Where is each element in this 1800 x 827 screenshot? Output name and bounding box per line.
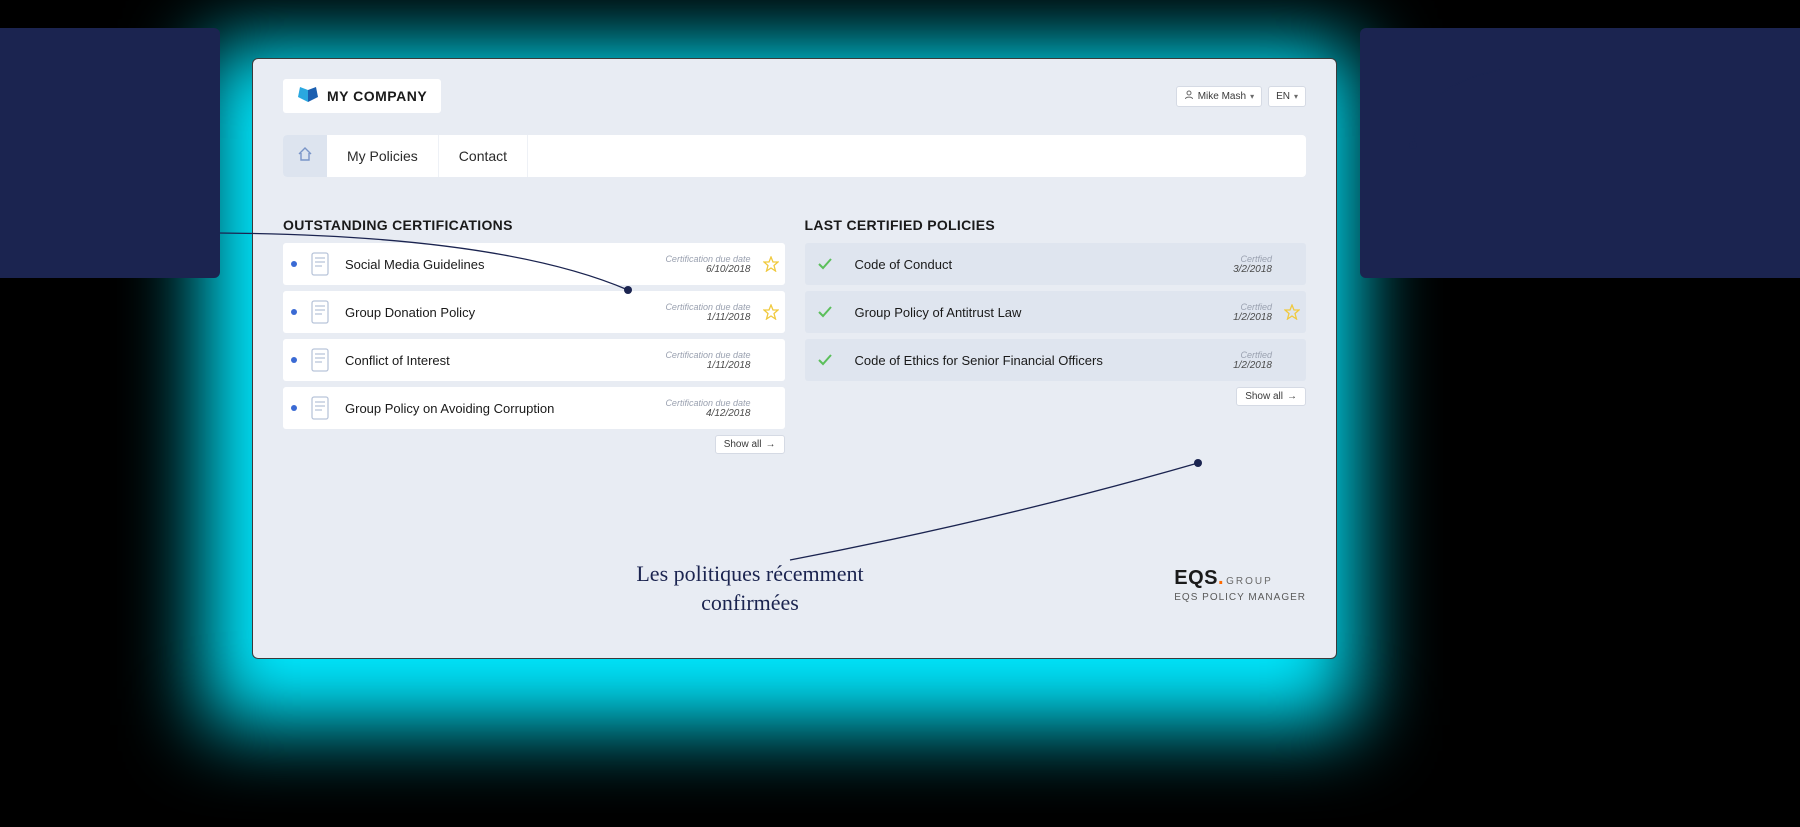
policy-title: Group Donation Policy bbox=[335, 305, 665, 320]
policy-card[interactable]: Code of Conduct Certfied 3/2/2018 bbox=[805, 243, 1307, 285]
brand-logo: EQS.GROUP bbox=[1174, 567, 1306, 590]
check-icon bbox=[805, 303, 845, 321]
certified-title: LAST CERTIFIED POLICIES bbox=[805, 217, 1307, 233]
show-all-outstanding[interactable]: Show all → bbox=[715, 435, 785, 454]
outstanding-column: OUTSTANDING CERTIFICATIONS Social Media … bbox=[283, 217, 785, 454]
user-menu[interactable]: Mike Mash ▾ bbox=[1176, 86, 1262, 107]
policy-card[interactable]: Group Policy of Antitrust Law Certfied 1… bbox=[805, 291, 1307, 333]
policy-meta: Certification due date 4/12/2018 bbox=[665, 398, 756, 419]
arrow-right-icon: → bbox=[1287, 391, 1297, 402]
policy-card[interactable]: Group Donation Policy Certification due … bbox=[283, 291, 785, 333]
check-icon bbox=[805, 351, 845, 369]
policy-meta: Certification due date 1/11/2018 bbox=[665, 302, 756, 323]
policy-meta: Certfied 1/2/2018 bbox=[1233, 350, 1278, 371]
document-icon bbox=[305, 252, 335, 276]
company-name: MY COMPANY bbox=[327, 88, 427, 104]
app-header: MY COMPANY Mike Mash ▾ EN ▾ bbox=[253, 59, 1336, 123]
policy-card[interactable]: Group Policy on Avoiding Corruption Cert… bbox=[283, 387, 785, 429]
home-icon bbox=[297, 146, 313, 167]
bullet-icon bbox=[283, 309, 305, 315]
policy-title: Group Policy on Avoiding Corruption bbox=[335, 401, 665, 416]
outstanding-title: OUTSTANDING CERTIFICATIONS bbox=[283, 217, 785, 233]
annotation-center: Les politiques récemment confirmées bbox=[590, 560, 910, 617]
policy-title: Code of Conduct bbox=[845, 257, 1234, 272]
policy-meta: Certification due date 1/11/2018 bbox=[665, 350, 756, 371]
certified-label: Certfied bbox=[1233, 254, 1272, 264]
brand-footer: EQS.GROUP EQS POLICY MANAGER bbox=[1174, 567, 1306, 603]
certified-date: 1/2/2018 bbox=[1233, 312, 1272, 323]
due-date: 1/11/2018 bbox=[665, 312, 750, 323]
language-code: EN bbox=[1276, 91, 1290, 102]
chevron-down-icon: ▾ bbox=[1250, 92, 1254, 101]
bullet-icon bbox=[283, 357, 305, 363]
chevron-down-icon: ▾ bbox=[1294, 92, 1298, 101]
side-panel-left bbox=[0, 28, 220, 278]
nav-contact[interactable]: Contact bbox=[439, 135, 528, 177]
star-icon[interactable] bbox=[1278, 304, 1306, 320]
star-icon[interactable] bbox=[757, 256, 785, 272]
arrow-right-icon: → bbox=[766, 439, 776, 450]
policy-card[interactable]: Social Media Guidelines Certification du… bbox=[283, 243, 785, 285]
due-date-label: Certification due date bbox=[665, 302, 750, 312]
brand-accent-icon: . bbox=[1218, 567, 1224, 589]
brand-product: EQS POLICY MANAGER bbox=[1174, 592, 1306, 603]
policy-card[interactable]: Code of Ethics for Senior Financial Offi… bbox=[805, 339, 1307, 381]
policy-meta: Certification due date 6/10/2018 bbox=[665, 254, 756, 275]
due-date: 4/12/2018 bbox=[665, 408, 750, 419]
due-date-label: Certification due date bbox=[665, 254, 750, 264]
user-name: Mike Mash bbox=[1198, 91, 1246, 102]
show-all-label: Show all bbox=[1245, 391, 1283, 402]
policy-title: Group Policy of Antitrust Law bbox=[845, 305, 1234, 320]
company-logo: MY COMPANY bbox=[283, 79, 441, 113]
nav-item-label: Contact bbox=[459, 148, 507, 164]
document-icon bbox=[305, 348, 335, 372]
brand-group: GROUP bbox=[1226, 576, 1273, 587]
header-controls: Mike Mash ▾ EN ▾ bbox=[1176, 86, 1306, 107]
user-icon bbox=[1184, 90, 1194, 103]
check-icon bbox=[805, 255, 845, 273]
nav-item-label: My Policies bbox=[347, 148, 418, 164]
show-all-certified[interactable]: Show all → bbox=[1236, 387, 1306, 406]
certified-date: 3/2/2018 bbox=[1233, 264, 1272, 275]
document-icon bbox=[305, 396, 335, 420]
certified-column: LAST CERTIFIED POLICIES Code of Conduct … bbox=[805, 217, 1307, 454]
certified-label: Certfied bbox=[1233, 350, 1272, 360]
policy-meta: Certfied 3/2/2018 bbox=[1233, 254, 1278, 275]
policy-title: Social Media Guidelines bbox=[335, 257, 665, 272]
nav-home[interactable] bbox=[283, 135, 327, 177]
show-all-label: Show all bbox=[724, 439, 762, 450]
brand-name: EQS bbox=[1174, 567, 1218, 589]
butterfly-icon bbox=[297, 87, 319, 105]
nav-my-policies[interactable]: My Policies bbox=[327, 135, 439, 177]
bullet-icon bbox=[283, 261, 305, 267]
policy-card[interactable]: Conflict of Interest Certification due d… bbox=[283, 339, 785, 381]
policy-meta: Certfied 1/2/2018 bbox=[1233, 302, 1278, 323]
content: OUTSTANDING CERTIFICATIONS Social Media … bbox=[253, 177, 1336, 454]
due-date: 6/10/2018 bbox=[665, 264, 750, 275]
side-panel-right bbox=[1360, 28, 1800, 278]
star-icon[interactable] bbox=[757, 304, 785, 320]
policy-title: Code of Ethics for Senior Financial Offi… bbox=[845, 353, 1234, 368]
document-icon bbox=[305, 300, 335, 324]
due-date-label: Certification due date bbox=[665, 350, 750, 360]
due-date: 1/11/2018 bbox=[665, 360, 750, 371]
language-menu[interactable]: EN ▾ bbox=[1268, 86, 1306, 107]
policy-title: Conflict of Interest bbox=[335, 353, 665, 368]
main-nav: My Policies Contact bbox=[283, 135, 1306, 177]
due-date-label: Certification due date bbox=[665, 398, 750, 408]
certified-date: 1/2/2018 bbox=[1233, 360, 1272, 371]
certified-label: Certfied bbox=[1233, 302, 1272, 312]
bullet-icon bbox=[283, 405, 305, 411]
